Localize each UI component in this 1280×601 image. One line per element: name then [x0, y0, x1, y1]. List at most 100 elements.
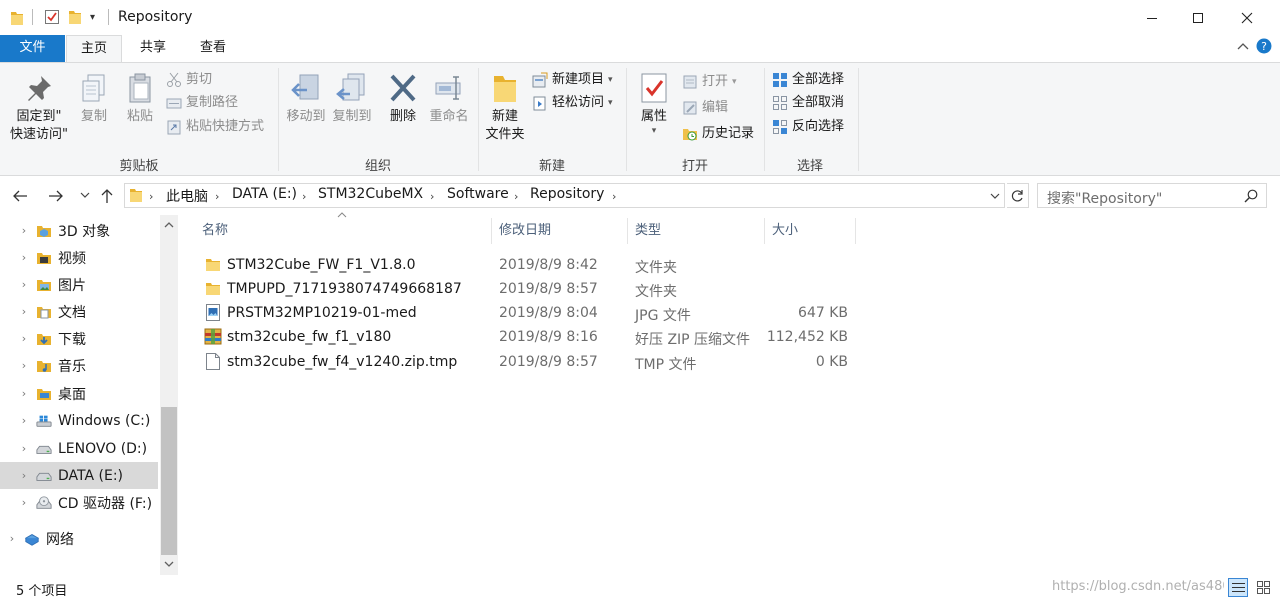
- copy-to-button[interactable]: 复制到: [330, 72, 374, 126]
- breadcrumb-chevron[interactable]: ›: [514, 190, 518, 203]
- nav-item-video[interactable]: › 视频: [0, 244, 158, 271]
- new-folder-quick-icon[interactable]: [68, 9, 82, 25]
- refresh-icon: [1010, 189, 1024, 203]
- breadcrumb-this-pc[interactable]: 此电脑: [166, 186, 208, 206]
- breadcrumb-chevron[interactable]: ›: [430, 190, 434, 203]
- folder-icon: [205, 258, 221, 272]
- collapse-ribbon-icon[interactable]: [1237, 41, 1249, 51]
- select-none-button[interactable]: 全部取消: [772, 92, 844, 114]
- search-input[interactable]: 搜索"Repository": [1037, 183, 1267, 208]
- invert-selection-button[interactable]: 反向选择: [772, 116, 844, 138]
- maximize-button[interactable]: [1175, 0, 1221, 35]
- file-row[interactable]: stm32cube_fw_f1_v180 2019/8/9 8:16 好压 ZI…: [195, 326, 860, 350]
- easy-access-label: 轻松访问: [552, 95, 605, 110]
- column-header-type[interactable]: 类型: [628, 220, 764, 246]
- breadcrumb-chevron[interactable]: ›: [215, 190, 219, 203]
- open-button[interactable]: 打开 ▾: [682, 71, 737, 93]
- history-button[interactable]: 历史记录: [682, 123, 754, 145]
- file-date: 2019/8/9 8:42: [499, 257, 598, 273]
- close-button[interactable]: [1224, 0, 1270, 35]
- select-all-button[interactable]: 全部选择: [772, 69, 844, 91]
- chevron-right-icon[interactable]: ›: [12, 332, 36, 345]
- chevron-right-icon[interactable]: ›: [12, 414, 36, 427]
- help-icon[interactable]: ?: [1256, 38, 1272, 54]
- chevron-right-icon[interactable]: ›: [12, 278, 36, 291]
- refresh-button[interactable]: [1007, 183, 1029, 208]
- new-item-button[interactable]: 新建项目 ▾: [532, 69, 613, 91]
- scroll-up-icon[interactable]: [164, 221, 174, 228]
- forward-button[interactable]: [48, 189, 64, 203]
- up-button[interactable]: [100, 188, 114, 204]
- address-dropdown-button[interactable]: [990, 192, 1000, 200]
- properties-button[interactable]: 属性 ▾: [634, 72, 674, 136]
- customize-toolbar-icon[interactable]: ▾: [90, 12, 95, 23]
- file-row[interactable]: stm32cube_fw_f4_v1240.zip.tmp 2019/8/9 8…: [195, 351, 860, 375]
- chevron-right-icon[interactable]: ›: [12, 442, 36, 455]
- file-row[interactable]: STM32Cube_FW_F1_V1.8.0 2019/8/9 8:42 文件夹: [195, 254, 860, 278]
- large-icons-view-button[interactable]: [1254, 578, 1274, 597]
- copy-path-button[interactable]: 复制路径: [166, 92, 238, 114]
- file-row[interactable]: TMPUPD_7171938074749668187 2019/8/9 8:57…: [195, 278, 860, 302]
- breadcrumb-data-drive[interactable]: DATA (E:): [232, 186, 297, 202]
- move-to-button[interactable]: 移动到: [284, 72, 328, 126]
- column-header-size[interactable]: 大小: [765, 220, 855, 246]
- nav-item-network[interactable]: › 网络: [0, 525, 158, 552]
- easy-access-button[interactable]: 轻松访问 ▾: [532, 92, 613, 114]
- breadcrumb-chevron[interactable]: ›: [302, 190, 306, 203]
- breadcrumb-stm32cubemx[interactable]: STM32CubeMX: [318, 186, 423, 202]
- chevron-right-icon[interactable]: ›: [12, 469, 36, 482]
- recent-locations-button[interactable]: [80, 191, 90, 199]
- paste-button[interactable]: 粘贴: [120, 72, 160, 126]
- open-label: 打开: [702, 74, 729, 89]
- nav-label: 网络: [46, 531, 74, 548]
- nav-item-downloads[interactable]: › 下载: [0, 325, 158, 352]
- nav-item-windows-drive[interactable]: › Windows (C:): [0, 407, 158, 434]
- details-view-button[interactable]: [1228, 578, 1248, 597]
- file-row[interactable]: PRSTM32MP10219-01-med 2019/8/9 8:04 JPG …: [195, 302, 860, 326]
- nav-item-documents[interactable]: › 文档: [0, 298, 158, 325]
- tab-home[interactable]: 主页: [66, 35, 122, 63]
- nav-item-3d-objects[interactable]: › 3D 对象: [0, 217, 158, 244]
- nav-label: 下载: [58, 331, 86, 348]
- tab-share[interactable]: 共享: [124, 35, 182, 62]
- file-size: 0 KB: [815, 354, 848, 370]
- chevron-right-icon[interactable]: ›: [12, 305, 36, 318]
- nav-scrollbar-thumb[interactable]: [161, 407, 177, 555]
- chevron-right-icon[interactable]: ›: [0, 532, 24, 545]
- nav-item-cd-drive[interactable]: › CD 驱动器 (F:): [0, 489, 158, 516]
- chevron-right-icon[interactable]: ›: [12, 496, 36, 509]
- pin-to-quick-access-button[interactable]: 固定到" 快速访问": [4, 72, 74, 144]
- select-none-label: 全部取消: [792, 95, 845, 110]
- properties-quick-icon[interactable]: [44, 9, 60, 25]
- column-header-name[interactable]: 名称: [195, 220, 490, 246]
- sort-ascending-icon: [337, 212, 347, 218]
- breadcrumb-repository[interactable]: Repository: [530, 186, 604, 202]
- edit-button[interactable]: 编辑: [682, 97, 728, 119]
- chevron-right-icon[interactable]: ›: [12, 251, 36, 264]
- chevron-right-icon[interactable]: ›: [12, 387, 36, 400]
- column-header-date[interactable]: 修改日期: [492, 220, 627, 246]
- chevron-right-icon[interactable]: ›: [12, 359, 36, 372]
- minimize-button[interactable]: [1129, 0, 1175, 35]
- chevron-right-icon[interactable]: ›: [12, 224, 36, 237]
- scroll-down-icon[interactable]: [164, 561, 174, 568]
- nav-item-desktop[interactable]: › 桌面: [0, 380, 158, 407]
- rename-button[interactable]: 重命名: [426, 72, 472, 126]
- file-name: TMPUPD_7171938074749668187: [227, 281, 462, 297]
- nav-item-data-drive[interactable]: › DATA (E:): [0, 462, 158, 489]
- paste-shortcut-button[interactable]: 粘贴快捷方式: [166, 116, 264, 138]
- nav-item-music[interactable]: › 音乐: [0, 352, 158, 379]
- back-button[interactable]: [12, 189, 28, 203]
- tab-view[interactable]: 查看: [184, 35, 242, 62]
- nav-item-pictures[interactable]: › 图片: [0, 271, 158, 298]
- breadcrumb-software[interactable]: Software: [447, 186, 509, 202]
- copy-button[interactable]: 复制: [76, 72, 112, 126]
- breadcrumb-chevron[interactable]: ›: [612, 190, 616, 203]
- column-divider[interactable]: [855, 218, 856, 244]
- delete-button[interactable]: 删除: [384, 72, 422, 126]
- breadcrumb-chevron[interactable]: ›: [149, 190, 153, 203]
- cut-button[interactable]: 剪切: [166, 69, 212, 91]
- tab-file[interactable]: 文件: [0, 35, 65, 62]
- new-folder-button[interactable]: 新建 文件夹: [482, 72, 528, 144]
- nav-item-lenovo-drive[interactable]: › LENOVO (D:): [0, 435, 158, 462]
